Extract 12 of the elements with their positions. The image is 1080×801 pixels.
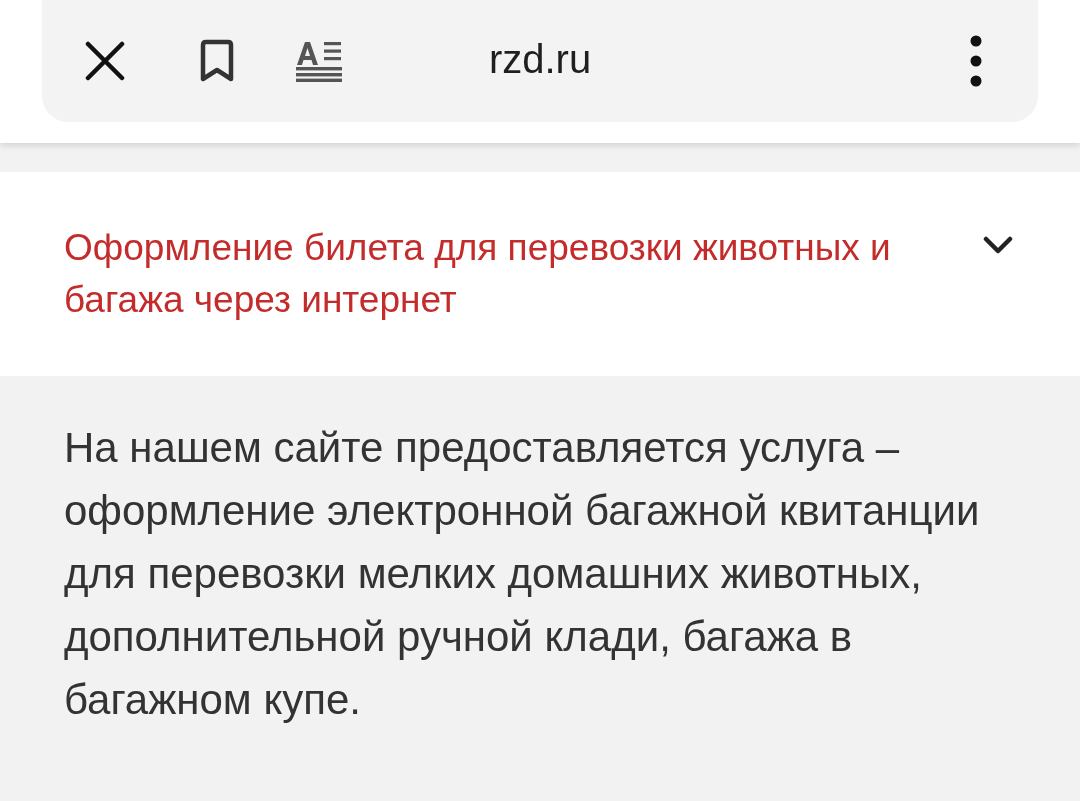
description-paragraph: На нашем сайте предоставляется услуга – оформление электронной багажной квитанции для перевозки мелких домашних животных, дополнительной ручной клади, багажа в багажном купе.: [64, 423, 981, 725]
reader-mode-icon: [296, 40, 342, 82]
menu-button[interactable]: [970, 35, 982, 87]
bookmark-button[interactable]: [198, 39, 236, 83]
reader-mode-button[interactable]: [296, 40, 342, 82]
expand-toggle[interactable]: [983, 236, 1013, 254]
chevron-icon: [983, 236, 1013, 254]
bookmark-icon: [198, 39, 236, 83]
close-icon: [85, 41, 125, 81]
more-menu-icon: [970, 35, 982, 87]
url-text[interactable]: rzd.ru: [488, 35, 592, 87]
close-button[interactable]: [85, 41, 125, 81]
